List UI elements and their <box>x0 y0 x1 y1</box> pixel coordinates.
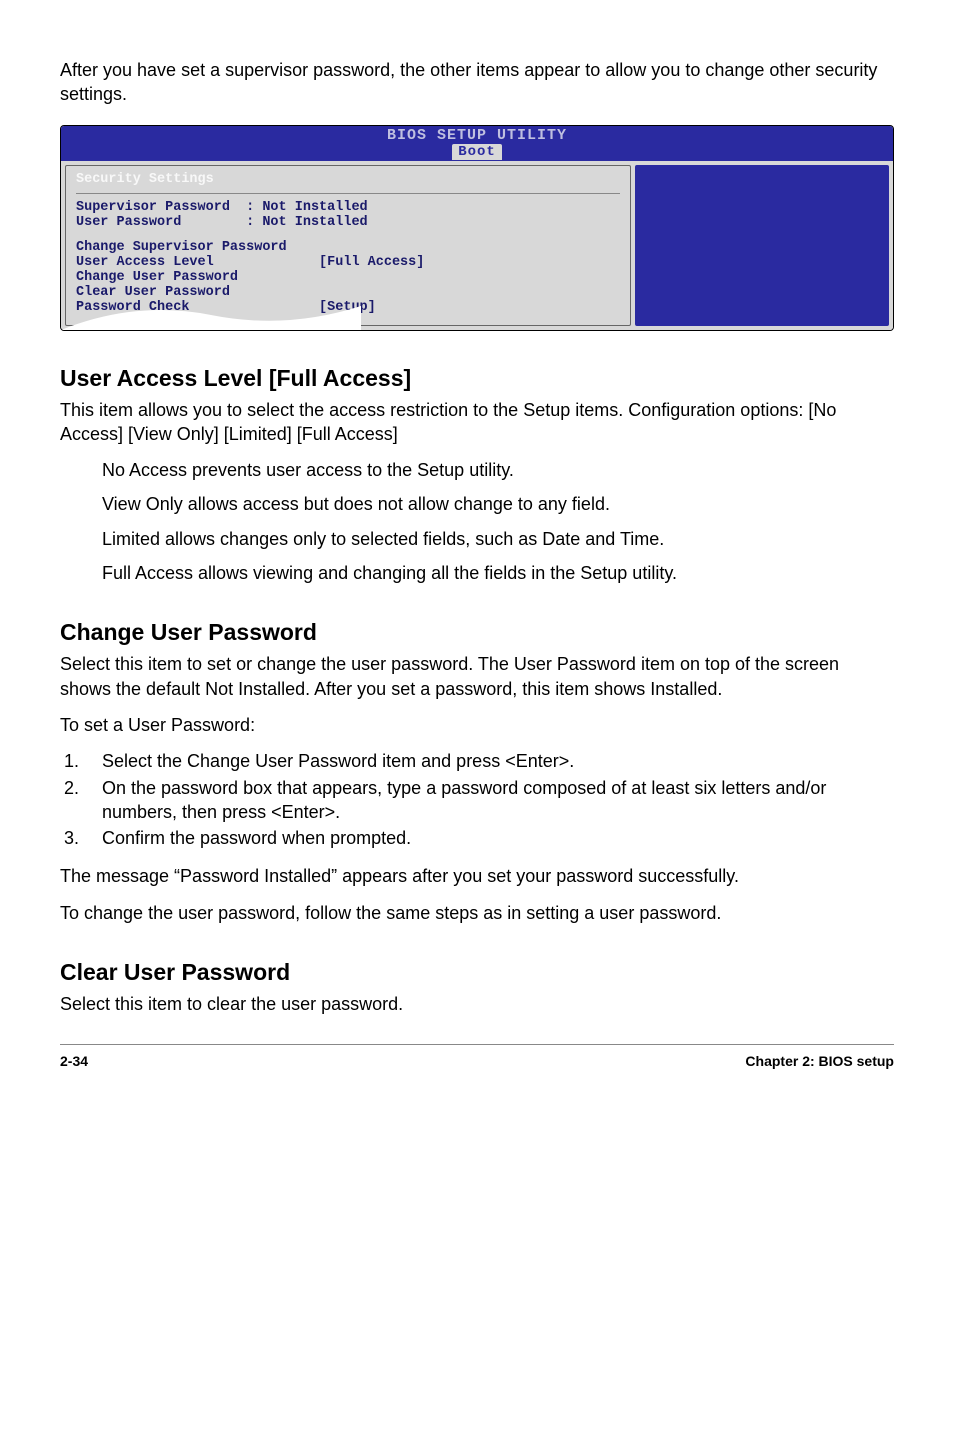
cup-step-1: Select the Change User Password item and… <box>84 749 894 773</box>
ual-view-only: View Only allows access but does not all… <box>102 492 894 516</box>
bios-password-check: Password Check [Setup] <box>76 300 620 315</box>
cup-step-3: Confirm the password when prompted. <box>84 826 894 850</box>
cup-success: The message “Password Installed” appears… <box>60 864 894 888</box>
ual-heading: User Access Level [Full Access] <box>60 365 894 392</box>
bios-main-panel: Security Settings Supervisor Password : … <box>65 165 631 326</box>
cup-toset: To set a User Password: <box>60 713 894 737</box>
cup-desc: Select this item to set or change the us… <box>60 652 894 701</box>
bios-section-title: Security Settings <box>76 172 620 187</box>
footer-chapter: Chapter 2: BIOS setup <box>745 1053 894 1069</box>
clup-heading: Clear User Password <box>60 959 894 986</box>
bios-sup-password: Supervisor Password : Not Installed <box>76 200 620 215</box>
bios-tab: Boot <box>452 144 502 160</box>
page-footer: 2-34 Chapter 2: BIOS setup <box>60 1044 894 1069</box>
cup-change: To change the user password, follow the … <box>60 901 894 925</box>
bios-title-bar: BIOS SETUP UTILITY Boot <box>61 126 893 161</box>
intro-text: After you have set a supervisor password… <box>60 58 894 107</box>
bios-user-password: User Password : Not Installed <box>76 215 620 230</box>
bios-help-panel <box>635 165 889 326</box>
clup-desc: Select this item to clear the user passw… <box>60 992 894 1016</box>
bios-change-sup: Change Supervisor Password <box>76 240 620 255</box>
ual-desc: This item allows you to select the acces… <box>60 398 894 447</box>
bios-screenshot: BIOS SETUP UTILITY Boot Security Setting… <box>60 125 894 331</box>
footer-page-number: 2-34 <box>60 1053 88 1069</box>
cup-steps: Select the Change User Password item and… <box>60 749 894 850</box>
bios-user-access: User Access Level [Full Access] <box>76 255 620 270</box>
cup-step-2: On the password box that appears, type a… <box>84 776 894 825</box>
bios-title-text: BIOS SETUP UTILITY <box>387 127 567 144</box>
bios-clear-user: Clear User Password <box>76 285 620 300</box>
ual-no-access: No Access prevents user access to the Se… <box>102 458 894 482</box>
ual-full-access: Full Access allows viewing and changing … <box>102 561 894 585</box>
cup-heading: Change User Password <box>60 619 894 646</box>
ual-limited: Limited allows changes only to selected … <box>102 527 894 551</box>
bios-change-user: Change User Password <box>76 270 620 285</box>
